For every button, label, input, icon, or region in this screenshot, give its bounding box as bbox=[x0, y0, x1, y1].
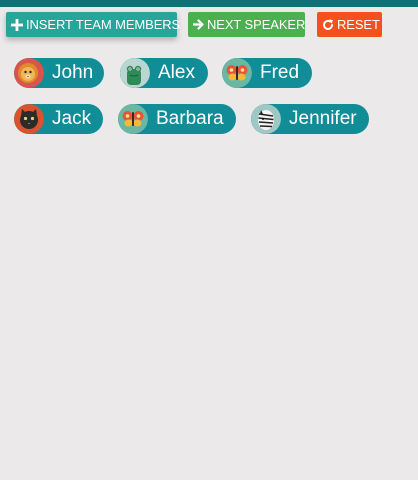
member-name: Barbara bbox=[156, 108, 224, 129]
member-chip-barbara[interactable]: Barbara bbox=[118, 104, 236, 134]
member-name: Fred bbox=[260, 62, 300, 83]
frog-icon bbox=[120, 58, 150, 88]
next-speaker-button[interactable]: NEXT SPEAKER bbox=[188, 12, 305, 37]
member-name: Jack bbox=[52, 108, 92, 129]
member-chip-fred[interactable]: Fred bbox=[222, 58, 312, 88]
zebra-icon bbox=[251, 104, 281, 134]
member-chip-jack[interactable]: Jack bbox=[14, 104, 103, 134]
reset-label: RESET bbox=[337, 17, 380, 32]
butterfly-icon bbox=[118, 104, 148, 134]
plus-icon bbox=[11, 18, 23, 31]
member-chip-john[interactable]: John bbox=[14, 58, 104, 88]
member-name: Alex bbox=[158, 62, 195, 83]
cat-icon bbox=[14, 104, 44, 134]
refresh-icon bbox=[323, 18, 333, 30]
butterfly-icon bbox=[222, 58, 252, 88]
toolbar: INSERT TEAM MEMBERS NEXT SPEAKER RESET bbox=[6, 12, 416, 38]
lion-icon bbox=[14, 58, 44, 88]
arrow-right-icon bbox=[193, 19, 204, 30]
reset-button[interactable]: RESET bbox=[317, 12, 382, 37]
member-chip-alex[interactable]: Alex bbox=[120, 58, 208, 88]
member-name: John bbox=[52, 62, 94, 83]
member-chip-jennifer[interactable]: Jennifer bbox=[251, 104, 369, 134]
insert-team-members-button[interactable]: INSERT TEAM MEMBERS bbox=[6, 12, 181, 37]
top-bar bbox=[0, 0, 418, 7]
next-speaker-label: NEXT SPEAKER bbox=[207, 17, 306, 32]
member-name: Jennifer bbox=[289, 108, 357, 129]
insert-team-members-label: INSERT TEAM MEMBERS bbox=[26, 17, 181, 32]
